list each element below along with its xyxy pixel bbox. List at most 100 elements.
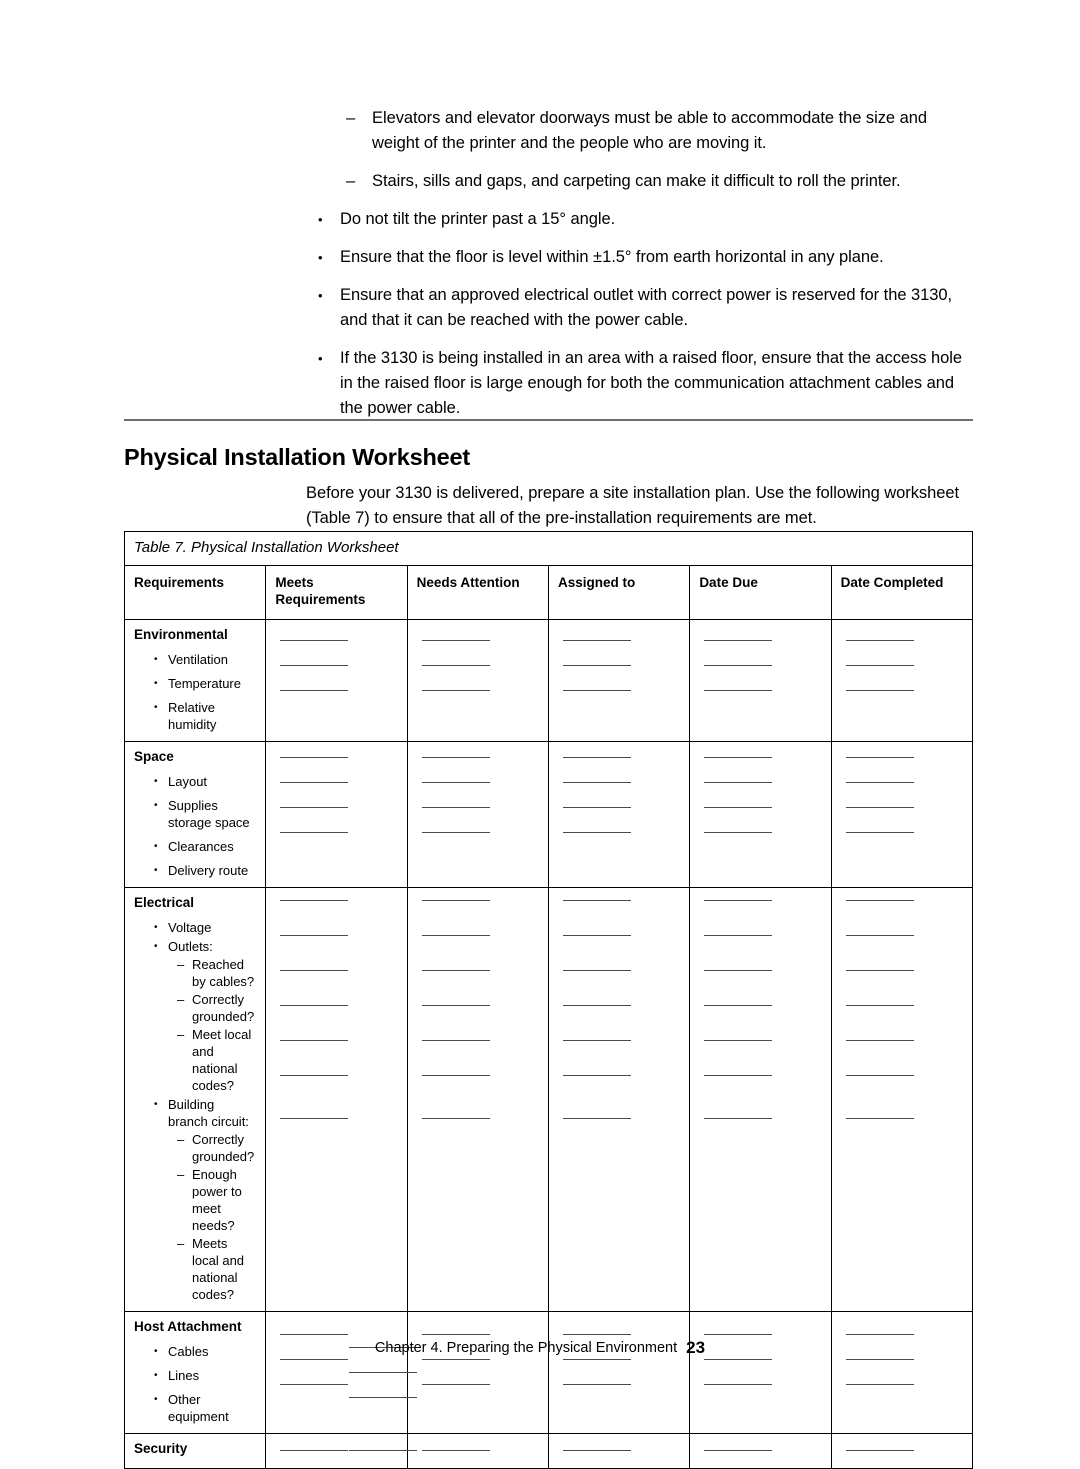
answer-cell[interactable]: [689, 619, 832, 742]
blank-write-line: [562, 1075, 631, 1076]
bullet-marker-icon: •: [318, 288, 323, 303]
answer-cell[interactable]: [265, 619, 408, 742]
intro-bullet-text: Ensure that the floor is level within ±1…: [340, 248, 884, 266]
worksheet-table-container: Table 7. Physical Installation Worksheet…: [123, 531, 974, 1469]
dash-marker-icon: –: [177, 1236, 185, 1251]
blank-write-line: [704, 1075, 773, 1076]
blank-write-line: [421, 1075, 490, 1076]
blank-write-line: [280, 690, 349, 691]
blank-write-line: [704, 1384, 773, 1385]
answer-cell[interactable]: [547, 619, 691, 742]
blank-write-line: [280, 757, 349, 758]
blank-write-line: [845, 757, 914, 758]
list-item: • Ventilation: [154, 651, 256, 668]
blank-write-line: [704, 640, 773, 641]
blank-write-line: [845, 1450, 914, 1451]
blank-write-line: [845, 1040, 914, 1041]
blank-write-line: [704, 970, 773, 971]
bullet-marker-icon: •: [154, 800, 158, 811]
blank-write-line: [845, 690, 914, 691]
answer-cell[interactable]: [689, 1311, 832, 1434]
list-item: – Reached by cables?: [177, 956, 256, 990]
intro-bullet-text: If the 3130 is being installed in an are…: [340, 349, 962, 417]
blank-write-line: [704, 1334, 773, 1335]
blank-write-line: [421, 1450, 490, 1451]
list-item-label: Voltage: [168, 920, 212, 935]
blank-write-line: [704, 690, 773, 691]
requirement-group-title: Environmental: [134, 627, 228, 642]
answer-cell[interactable]: [547, 1311, 691, 1434]
answer-cell[interactable]: [406, 1433, 549, 1469]
requirement-group-title: Electrical: [134, 895, 195, 910]
answer-cell[interactable]: [547, 887, 691, 1312]
blank-write-line: [562, 757, 631, 758]
blank-write-line: [704, 757, 773, 758]
blank-write-line: [421, 970, 490, 971]
blank-write-line: [845, 832, 914, 833]
intro-bullet-item: • Ensure that the floor is level within ±…: [0, 245, 1080, 270]
list-item: – Enough power to meet needs?: [177, 1166, 256, 1234]
footer-page-number: 23: [686, 1338, 706, 1357]
answer-cell[interactable]: [830, 741, 974, 888]
blank-write-line: [562, 807, 631, 808]
blank-write-line: [562, 832, 631, 833]
blank-write-line: [280, 807, 349, 808]
answer-cell[interactable]: [689, 741, 832, 888]
answer-cell[interactable]: [830, 1433, 974, 1469]
list-item: • Other equipment: [154, 1391, 256, 1425]
requirements-cell-electrical: Electrical • Voltage • Outlets: – Reached by c…: [123, 887, 267, 1312]
intro-bullet-text: Stairs, sills and gaps, and carpeting ca…: [372, 172, 901, 190]
blank-write-line: [704, 1005, 773, 1006]
blank-write-line: [280, 1040, 349, 1041]
blank-write-line: [845, 1359, 914, 1360]
intro-bullet-text: Ensure that an approved electrical outle…: [340, 286, 953, 329]
answer-cell[interactable]: [830, 887, 974, 1312]
answer-cell[interactable]: [265, 741, 408, 888]
blank-write-line: [845, 782, 914, 783]
blank-write-line: [421, 1040, 490, 1041]
blank-write-line: [704, 900, 773, 901]
blank-write-line: [562, 970, 631, 971]
table-row: Space • Layout • Supplies storage space • Clea…: [123, 741, 974, 888]
blank-write-line: [280, 1359, 349, 1360]
answer-cell[interactable]: [406, 619, 549, 742]
answer-cell[interactable]: [406, 1311, 549, 1434]
list-item-label: Outlets:: [168, 939, 213, 954]
requirements-cell-environmental: Environmental • Ventilation • Temperature • Re…: [123, 619, 267, 742]
blank-write-line: [704, 1118, 773, 1119]
answer-cell[interactable]: [265, 1311, 408, 1434]
list-item-label: Building branch circuit:: [168, 1097, 249, 1129]
answer-cell[interactable]: [547, 1433, 691, 1469]
blank-write-line: [280, 832, 349, 833]
answer-cell[interactable]: [689, 1433, 832, 1469]
answer-cell[interactable]: [830, 619, 974, 742]
list-item-label: Correctly grounded?: [192, 992, 255, 1024]
page-title: Physical Installation Worksheet: [124, 443, 470, 470]
answer-cell[interactable]: [265, 887, 408, 1312]
blank-write-line: [562, 935, 631, 936]
requirements-cell-security: Security: [123, 1433, 417, 1469]
list-item-label: Other equipment: [168, 1392, 229, 1424]
column-header-date-due: Date Due: [689, 565, 832, 620]
blank-write-line: [562, 1450, 631, 1451]
answer-cell[interactable]: [830, 1311, 974, 1434]
answer-cell[interactable]: [547, 741, 691, 888]
intro-bullet-item: • If the 3130 is being installed in an ar…: [0, 346, 1080, 421]
list-item: – Correctly grounded?: [177, 1131, 256, 1165]
blank-write-line: [280, 935, 349, 936]
blank-write-line: [421, 665, 490, 666]
dash-marker-icon: –: [346, 172, 356, 190]
answer-cell[interactable]: [265, 1433, 408, 1469]
list-item-label: Reached by cables?: [192, 957, 255, 989]
blank-write-line: [845, 665, 914, 666]
list-item-label: Enough power to meet needs?: [192, 1167, 242, 1233]
answer-cell[interactable]: [689, 887, 832, 1312]
intro-bullet-list: – Elevators and elevator doorways must be…: [0, 106, 1080, 434]
answer-cell[interactable]: [406, 741, 549, 888]
list-item: – Correctly grounded?: [177, 991, 256, 1025]
answer-cell[interactable]: [406, 887, 549, 1312]
blank-write-line: [845, 935, 914, 936]
list-item: – Meet local and national codes?: [177, 1026, 256, 1094]
list-item-label: Layout: [168, 774, 208, 789]
list-item: – Meets local and national codes?: [177, 1235, 256, 1303]
